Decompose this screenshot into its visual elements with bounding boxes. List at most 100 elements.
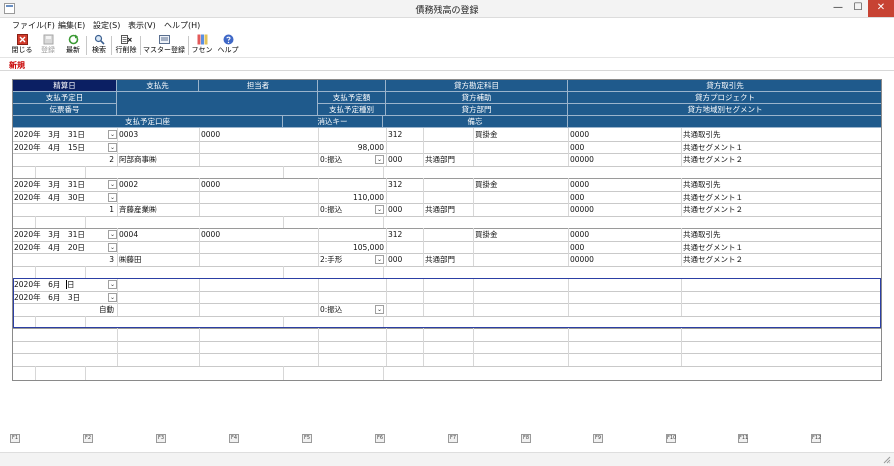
dropdown-button[interactable]: ⌄: [108, 230, 117, 239]
refresh-button[interactable]: 最新: [62, 34, 84, 57]
payment-date-field[interactable]: 2020年 4月 20日: [14, 242, 106, 253]
menu-settings[interactable]: 設定(S): [93, 20, 120, 31]
region-name-field[interactable]: 共通セグメント２: [683, 204, 878, 215]
function-key-f7[interactable]: F7: [448, 434, 458, 443]
dropdown-button[interactable]: ⌄: [108, 192, 117, 202]
dropdown-button[interactable]: ⌄: [108, 130, 117, 139]
header-payment-type[interactable]: 支払予定種別: [318, 104, 386, 116]
header-slip-number[interactable]: 伝票番号: [13, 104, 117, 116]
person-code-field[interactable]: 0000: [201, 129, 301, 140]
dept-code-field[interactable]: 000: [388, 254, 422, 265]
payee-code-field[interactable]: 0002: [119, 179, 197, 190]
fusen-button[interactable]: フセン: [191, 34, 213, 57]
slip-number-field[interactable]: 1: [14, 204, 114, 215]
header-person[interactable]: 担当者: [199, 80, 318, 92]
region-name-field[interactable]: 共通セグメント２: [683, 154, 878, 165]
payment-amount-field[interactable]: 110,000: [320, 192, 384, 203]
slip-number-field[interactable]: 3: [14, 254, 114, 265]
search-button[interactable]: 検索: [89, 34, 109, 57]
settlement-date-field[interactable]: 2020年 3月 31日: [14, 129, 106, 140]
customer-code-field[interactable]: 0000: [570, 229, 678, 240]
close-window-button[interactable]: ✕: [868, 0, 894, 17]
header-credit-project[interactable]: 貸方プロジェクト: [568, 92, 881, 104]
customer-name-field[interactable]: 共通取引先: [683, 129, 878, 140]
menu-view[interactable]: 表示(V): [128, 20, 156, 31]
project-name-field[interactable]: 共通セグメント１: [683, 142, 878, 153]
payment-date-field[interactable]: 2020年 4月 30日: [14, 192, 106, 203]
payee-code-field[interactable]: 0004: [119, 229, 197, 240]
register-button[interactable]: 登録: [38, 34, 58, 57]
dept-name-field[interactable]: 共通部門: [425, 254, 515, 265]
settlement-date-field[interactable]: 2020年 3月 31日: [14, 179, 106, 190]
project-name-field[interactable]: 共通セグメント１: [683, 192, 878, 203]
header-credit-region[interactable]: 貸方地域別セグメント: [568, 104, 881, 116]
header-settlement-date[interactable]: 精算日: [13, 80, 117, 92]
account-name-field[interactable]: 買掛金: [475, 179, 565, 190]
header-credit-aux[interactable]: 貸方補助: [386, 92, 568, 104]
region-code-field[interactable]: 00000: [570, 204, 678, 215]
account-name-field[interactable]: 買掛金: [475, 229, 565, 240]
customer-name-field[interactable]: 共通取引先: [683, 229, 878, 240]
account-code-field[interactable]: 312: [388, 179, 468, 190]
project-code-field[interactable]: 000: [570, 192, 678, 203]
payee-name-field[interactable]: ㈱藤田: [119, 254, 309, 265]
header-memo[interactable]: 備忘: [383, 116, 568, 128]
project-code-field[interactable]: 000: [570, 242, 678, 253]
slip-number-field[interactable]: 2: [14, 154, 114, 165]
project-name-field[interactable]: 共通セグメント１: [683, 242, 878, 253]
region-name-field[interactable]: 共通セグメント２: [683, 254, 878, 265]
function-key-f8[interactable]: F8: [521, 434, 531, 443]
header-payee[interactable]: 支払先: [117, 80, 199, 92]
account-code-field[interactable]: 312: [388, 229, 468, 240]
dept-name-field[interactable]: 共通部門: [425, 204, 515, 215]
minimize-button[interactable]: —: [828, 0, 848, 17]
master-register-button[interactable]: マスター登録: [143, 34, 185, 57]
header-payment-date[interactable]: 支払予定日: [13, 92, 117, 104]
header-credit-customer[interactable]: 貸方取引先: [568, 80, 881, 92]
header-payment-amount[interactable]: 支払予定額: [318, 92, 386, 104]
close-button[interactable]: 閉じる: [10, 34, 34, 57]
menu-file[interactable]: ファイル(F): [12, 20, 55, 31]
header-credit-account[interactable]: 貸方勘定科目: [386, 80, 568, 92]
dropdown-button[interactable]: ⌄: [375, 255, 384, 265]
payment-type-field[interactable]: 2:手形: [320, 254, 380, 265]
payment-amount-field[interactable]: 105,000: [320, 242, 384, 253]
payment-amount-field[interactable]: 98,000: [320, 142, 384, 153]
payee-name-field[interactable]: 斉藤産業㈱: [119, 204, 309, 215]
header-credit-dept[interactable]: 貸方部門: [386, 104, 568, 116]
function-key-f6[interactable]: F6: [375, 434, 385, 443]
resize-grip-icon[interactable]: [883, 456, 891, 464]
person-code-field[interactable]: 0000: [201, 229, 301, 240]
function-key-f4[interactable]: F4: [229, 434, 239, 443]
person-code-field[interactable]: 0000: [201, 179, 301, 190]
function-key-f1[interactable]: F1: [10, 434, 20, 443]
menu-help[interactable]: ヘルプ(H): [164, 20, 200, 31]
account-name-field[interactable]: 買掛金: [475, 129, 565, 140]
function-key-f5[interactable]: F5: [302, 434, 312, 443]
function-key-f9[interactable]: F9: [593, 434, 603, 443]
account-code-field[interactable]: 312: [388, 129, 468, 140]
customer-code-field[interactable]: 0000: [570, 129, 678, 140]
delete-row-button[interactable]: 行削除: [114, 34, 138, 57]
maximize-button[interactable]: ☐: [848, 0, 868, 17]
help-button[interactable]: ヘルプ: [217, 34, 239, 57]
dropdown-button[interactable]: ⌄: [108, 180, 117, 189]
region-code-field[interactable]: 00000: [570, 254, 678, 265]
customer-name-field[interactable]: 共通取引先: [683, 179, 878, 190]
header-clear-key[interactable]: 消込キー: [283, 116, 383, 128]
function-key-f11[interactable]: F11: [738, 434, 748, 443]
dept-code-field[interactable]: 000: [388, 154, 422, 165]
function-key-f10[interactable]: F10: [666, 434, 676, 443]
function-key-f3[interactable]: F3: [156, 434, 166, 443]
dropdown-button[interactable]: ⌄: [108, 142, 117, 152]
menu-edit[interactable]: 編集(E): [58, 20, 85, 31]
dropdown-button[interactable]: ⌄: [375, 205, 384, 215]
payment-type-field[interactable]: 0:振込: [320, 154, 380, 165]
dropdown-button[interactable]: ⌄: [108, 242, 117, 252]
payment-type-field[interactable]: 0:振込: [320, 204, 380, 215]
payment-date-field[interactable]: 2020年 4月 15日: [14, 142, 106, 153]
header-payment-bank[interactable]: 支払予定口座: [13, 116, 283, 128]
project-code-field[interactable]: 000: [570, 142, 678, 153]
dept-code-field[interactable]: 000: [388, 204, 422, 215]
dropdown-button[interactable]: ⌄: [375, 155, 384, 165]
